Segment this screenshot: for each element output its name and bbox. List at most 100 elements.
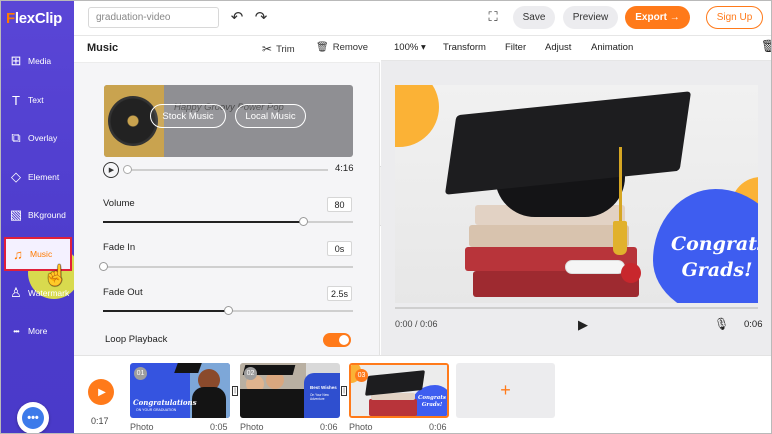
music-play-button[interactable]: ▶	[103, 162, 119, 178]
sidebar-item-label: Text	[28, 95, 44, 105]
top-bar: ↶ ↷ ⛶ Save Preview Export → Sign Up	[74, 1, 771, 36]
local-music-button[interactable]: Local Music	[235, 104, 306, 128]
add-clip-button[interactable]: +	[456, 363, 555, 418]
remove-button[interactable]: 🗑 Remove	[316, 42, 368, 53]
music-seek-track[interactable]	[127, 169, 328, 171]
export-button[interactable]: Export →	[625, 6, 690, 29]
timeline-clip-1[interactable]: 01 Congratulations ON YOUR GRADUATION	[130, 363, 230, 418]
sidebar-item-media[interactable]: ⊞ Media	[1, 44, 74, 78]
more-icon: •••	[13, 326, 19, 336]
volume-label: Volume	[103, 198, 135, 209]
clip-duration: 0:06	[320, 422, 338, 432]
decorative-shape	[395, 85, 439, 147]
fade-out-value-field[interactable]: 2.5s	[327, 286, 352, 301]
fade-in-label: Fade In	[103, 242, 136, 253]
video-progress-bar[interactable]	[395, 307, 758, 309]
books-image	[465, 203, 665, 303]
chat-support-button[interactable]: •••	[17, 402, 49, 433]
ribbon	[621, 263, 641, 283]
preview-button[interactable]: Preview	[563, 6, 618, 29]
music-seek-handle[interactable]	[123, 165, 132, 174]
total-duration: 0:06	[744, 319, 763, 330]
volume-slider-handle[interactable]	[299, 217, 308, 226]
delete-element-icon[interactable]: 🗑	[761, 39, 771, 53]
canvas-area: Congrats Grads! 0:00 / 0:06 ▶ 🎙 0:06	[381, 61, 771, 355]
panel-title: Music	[87, 42, 119, 54]
music-icon: ♫	[13, 246, 23, 262]
sidebar-item-label: More	[28, 326, 48, 336]
sidebar-item-element[interactable]: ◇ Element	[1, 160, 74, 194]
flexclip-editor: FlexClip ⊞ Media T Text ⧉ Overlay ◇ Elem…	[0, 0, 772, 434]
loop-playback-toggle[interactable]	[323, 333, 351, 347]
sidebar-item-text[interactable]: T Text	[1, 83, 74, 117]
plus-icon: +	[500, 380, 511, 400]
slide-headline[interactable]: Congrats Grads!	[671, 231, 758, 283]
volume-slider-fill	[103, 221, 303, 223]
flexclip-logo[interactable]: FlexClip	[6, 10, 62, 27]
project-name-input[interactable]	[88, 7, 219, 28]
sidebar-item-label: Music	[30, 249, 53, 259]
microphone-icon[interactable]: 🎙	[714, 317, 729, 331]
fullscreen-icon[interactable]: ⛶	[484, 8, 502, 26]
tassel-end	[613, 221, 627, 255]
loop-playback-label: Loop Playback	[105, 334, 168, 345]
timeline-play-button[interactable]: ▶	[88, 379, 114, 405]
animation-button[interactable]: Animation	[591, 42, 633, 53]
clip-number-badge: 03	[355, 369, 368, 382]
playback-time: 0:00 / 0:06	[395, 319, 438, 329]
volume-slider[interactable]	[103, 217, 353, 226]
save-button[interactable]: Save	[513, 6, 555, 29]
fade-out-slider[interactable]	[103, 306, 353, 315]
sign-up-button[interactable]: Sign Up	[706, 6, 763, 29]
sidebar-item-label: Watermark	[28, 288, 70, 298]
media-icon: ⊞	[10, 53, 22, 68]
sidebar-item-bkground[interactable]: ▧ BKground	[1, 198, 74, 232]
music-panel: Music ✂ Trim 🗑 Remove Happy Groovy Power…	[74, 36, 380, 355]
sidebar-item-label: Element	[28, 172, 60, 182]
clip-duration: 0:05	[210, 422, 228, 432]
element-icon: ◇	[11, 169, 21, 184]
overlay-icon: ⧉	[11, 130, 21, 145]
transition-icon[interactable]: |	[341, 386, 347, 396]
chat-bubble-icon: •••	[22, 407, 44, 429]
play-icon[interactable]: ▶	[578, 317, 588, 333]
clip-type-label: Photo	[130, 422, 154, 432]
trash-icon: 🗑	[316, 42, 329, 53]
undo-icon[interactable]: ↶	[228, 8, 246, 26]
watermark-icon: ♙	[10, 285, 22, 300]
sidebar-item-more[interactable]: ••• More	[1, 314, 74, 348]
clip-type-label: Photo	[240, 422, 264, 432]
tassel	[619, 147, 622, 225]
clip-number-badge: 01	[134, 367, 147, 380]
sidebar-item-label: Overlay	[28, 133, 58, 143]
timeline-time: 0:17	[91, 416, 109, 426]
music-duration: 4:16	[335, 163, 354, 174]
transform-button[interactable]: Transform	[443, 42, 486, 53]
text-icon: T	[12, 92, 20, 108]
filter-button[interactable]: Filter	[505, 42, 526, 53]
fade-in-value-field[interactable]: 0s	[327, 241, 352, 256]
volume-value-field[interactable]: 80	[327, 197, 352, 212]
fade-out-slider-fill	[103, 310, 228, 312]
stock-music-button[interactable]: Stock Music	[150, 104, 226, 128]
hand-cursor-icon: ☝	[43, 265, 68, 287]
fade-in-slider-handle[interactable]	[99, 262, 108, 271]
scissors-icon: ✂	[262, 42, 273, 56]
fade-out-label: Fade Out	[103, 287, 143, 298]
left-sidebar: FlexClip ⊞ Media T Text ⧉ Overlay ◇ Elem…	[1, 1, 80, 433]
adjust-button[interactable]: Adjust	[545, 42, 571, 53]
clip-type-label: Photo	[349, 422, 373, 432]
timeline-clip-3[interactable]: 03 Congrats Grads!	[349, 363, 449, 418]
clip-duration: 0:06	[429, 422, 447, 432]
sidebar-item-overlay[interactable]: ⧉ Overlay	[1, 121, 74, 155]
sidebar-item-label: BKground	[28, 210, 66, 220]
slide-preview[interactable]: Congrats Grads!	[395, 85, 758, 303]
fade-out-slider-handle[interactable]	[224, 306, 233, 315]
redo-icon[interactable]: ↷	[252, 8, 270, 26]
trim-button[interactable]: ✂ Trim	[262, 42, 295, 56]
fade-in-slider[interactable]	[99, 262, 353, 271]
zoom-dropdown[interactable]: 100% ▾	[394, 42, 426, 53]
timeline-clip-2[interactable]: 02 Best Wishes On Your New Adventure	[240, 363, 340, 418]
transition-icon[interactable]: |	[232, 386, 238, 396]
sidebar-item-label: Media	[28, 56, 52, 66]
